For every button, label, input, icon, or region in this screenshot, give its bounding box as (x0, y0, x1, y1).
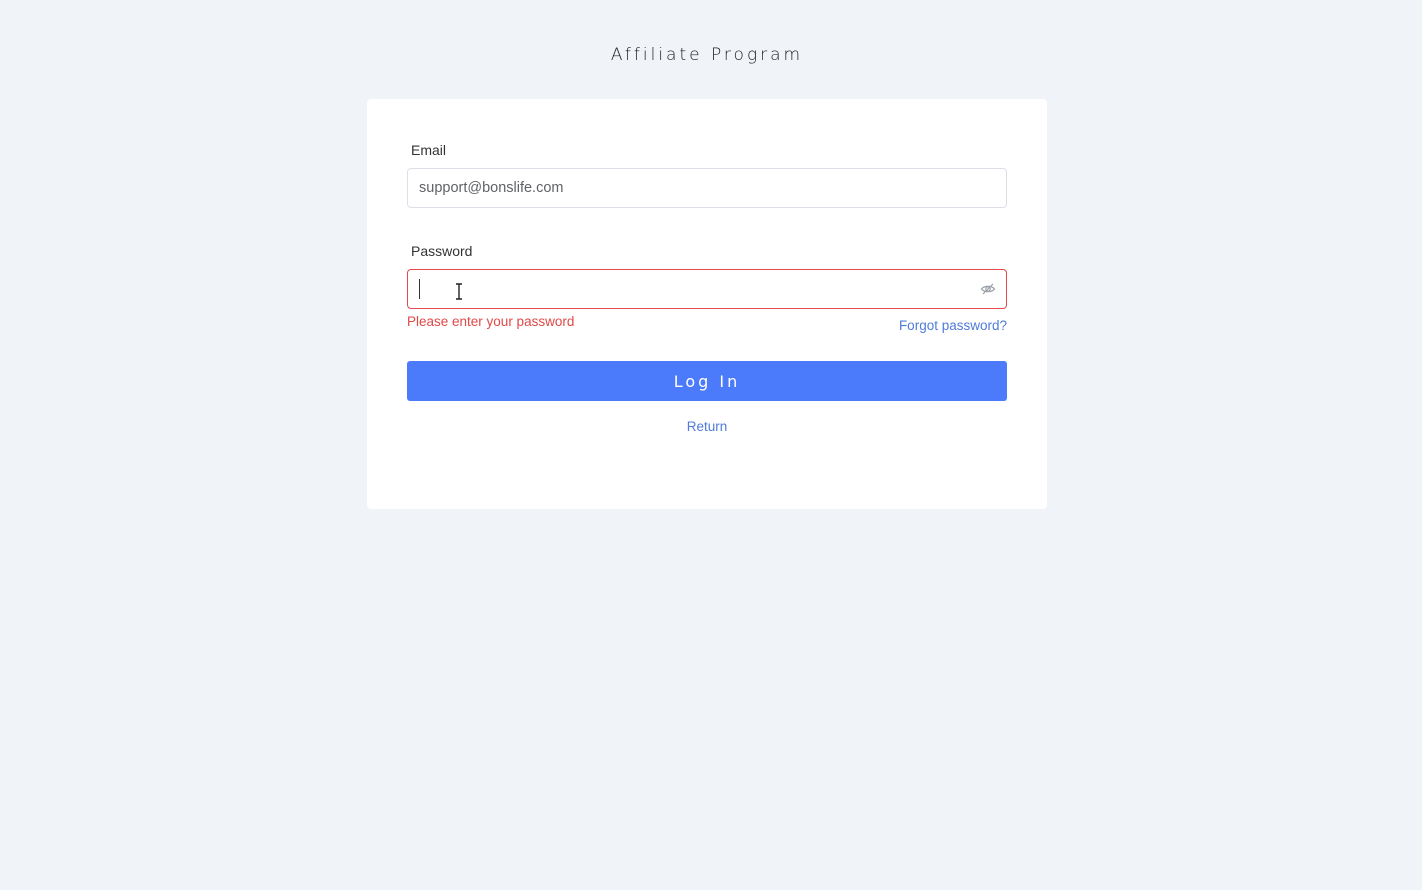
login-card: Email support@bonslife.com Password Plea… (367, 99, 1047, 509)
forgot-password-link[interactable]: Forgot password? (899, 318, 1007, 333)
return-link[interactable]: Return (367, 419, 1047, 434)
password-error-message: Please enter your password (407, 314, 575, 329)
email-value: support@bonslife.com (419, 180, 564, 196)
ibeam-cursor-icon (456, 283, 462, 300)
password-label: Password (411, 243, 473, 259)
page-title: Affiliate Program (610, 45, 804, 65)
password-field[interactable] (407, 269, 1007, 309)
login-button[interactable]: Log In (407, 361, 1007, 401)
text-caret (419, 279, 420, 299)
email-field[interactable]: support@bonslife.com (407, 168, 1007, 208)
eye-slash-icon[interactable] (980, 281, 996, 297)
login-page: Affiliate Program Email support@bonslife… (0, 0, 1422, 890)
email-label: Email (411, 142, 447, 158)
